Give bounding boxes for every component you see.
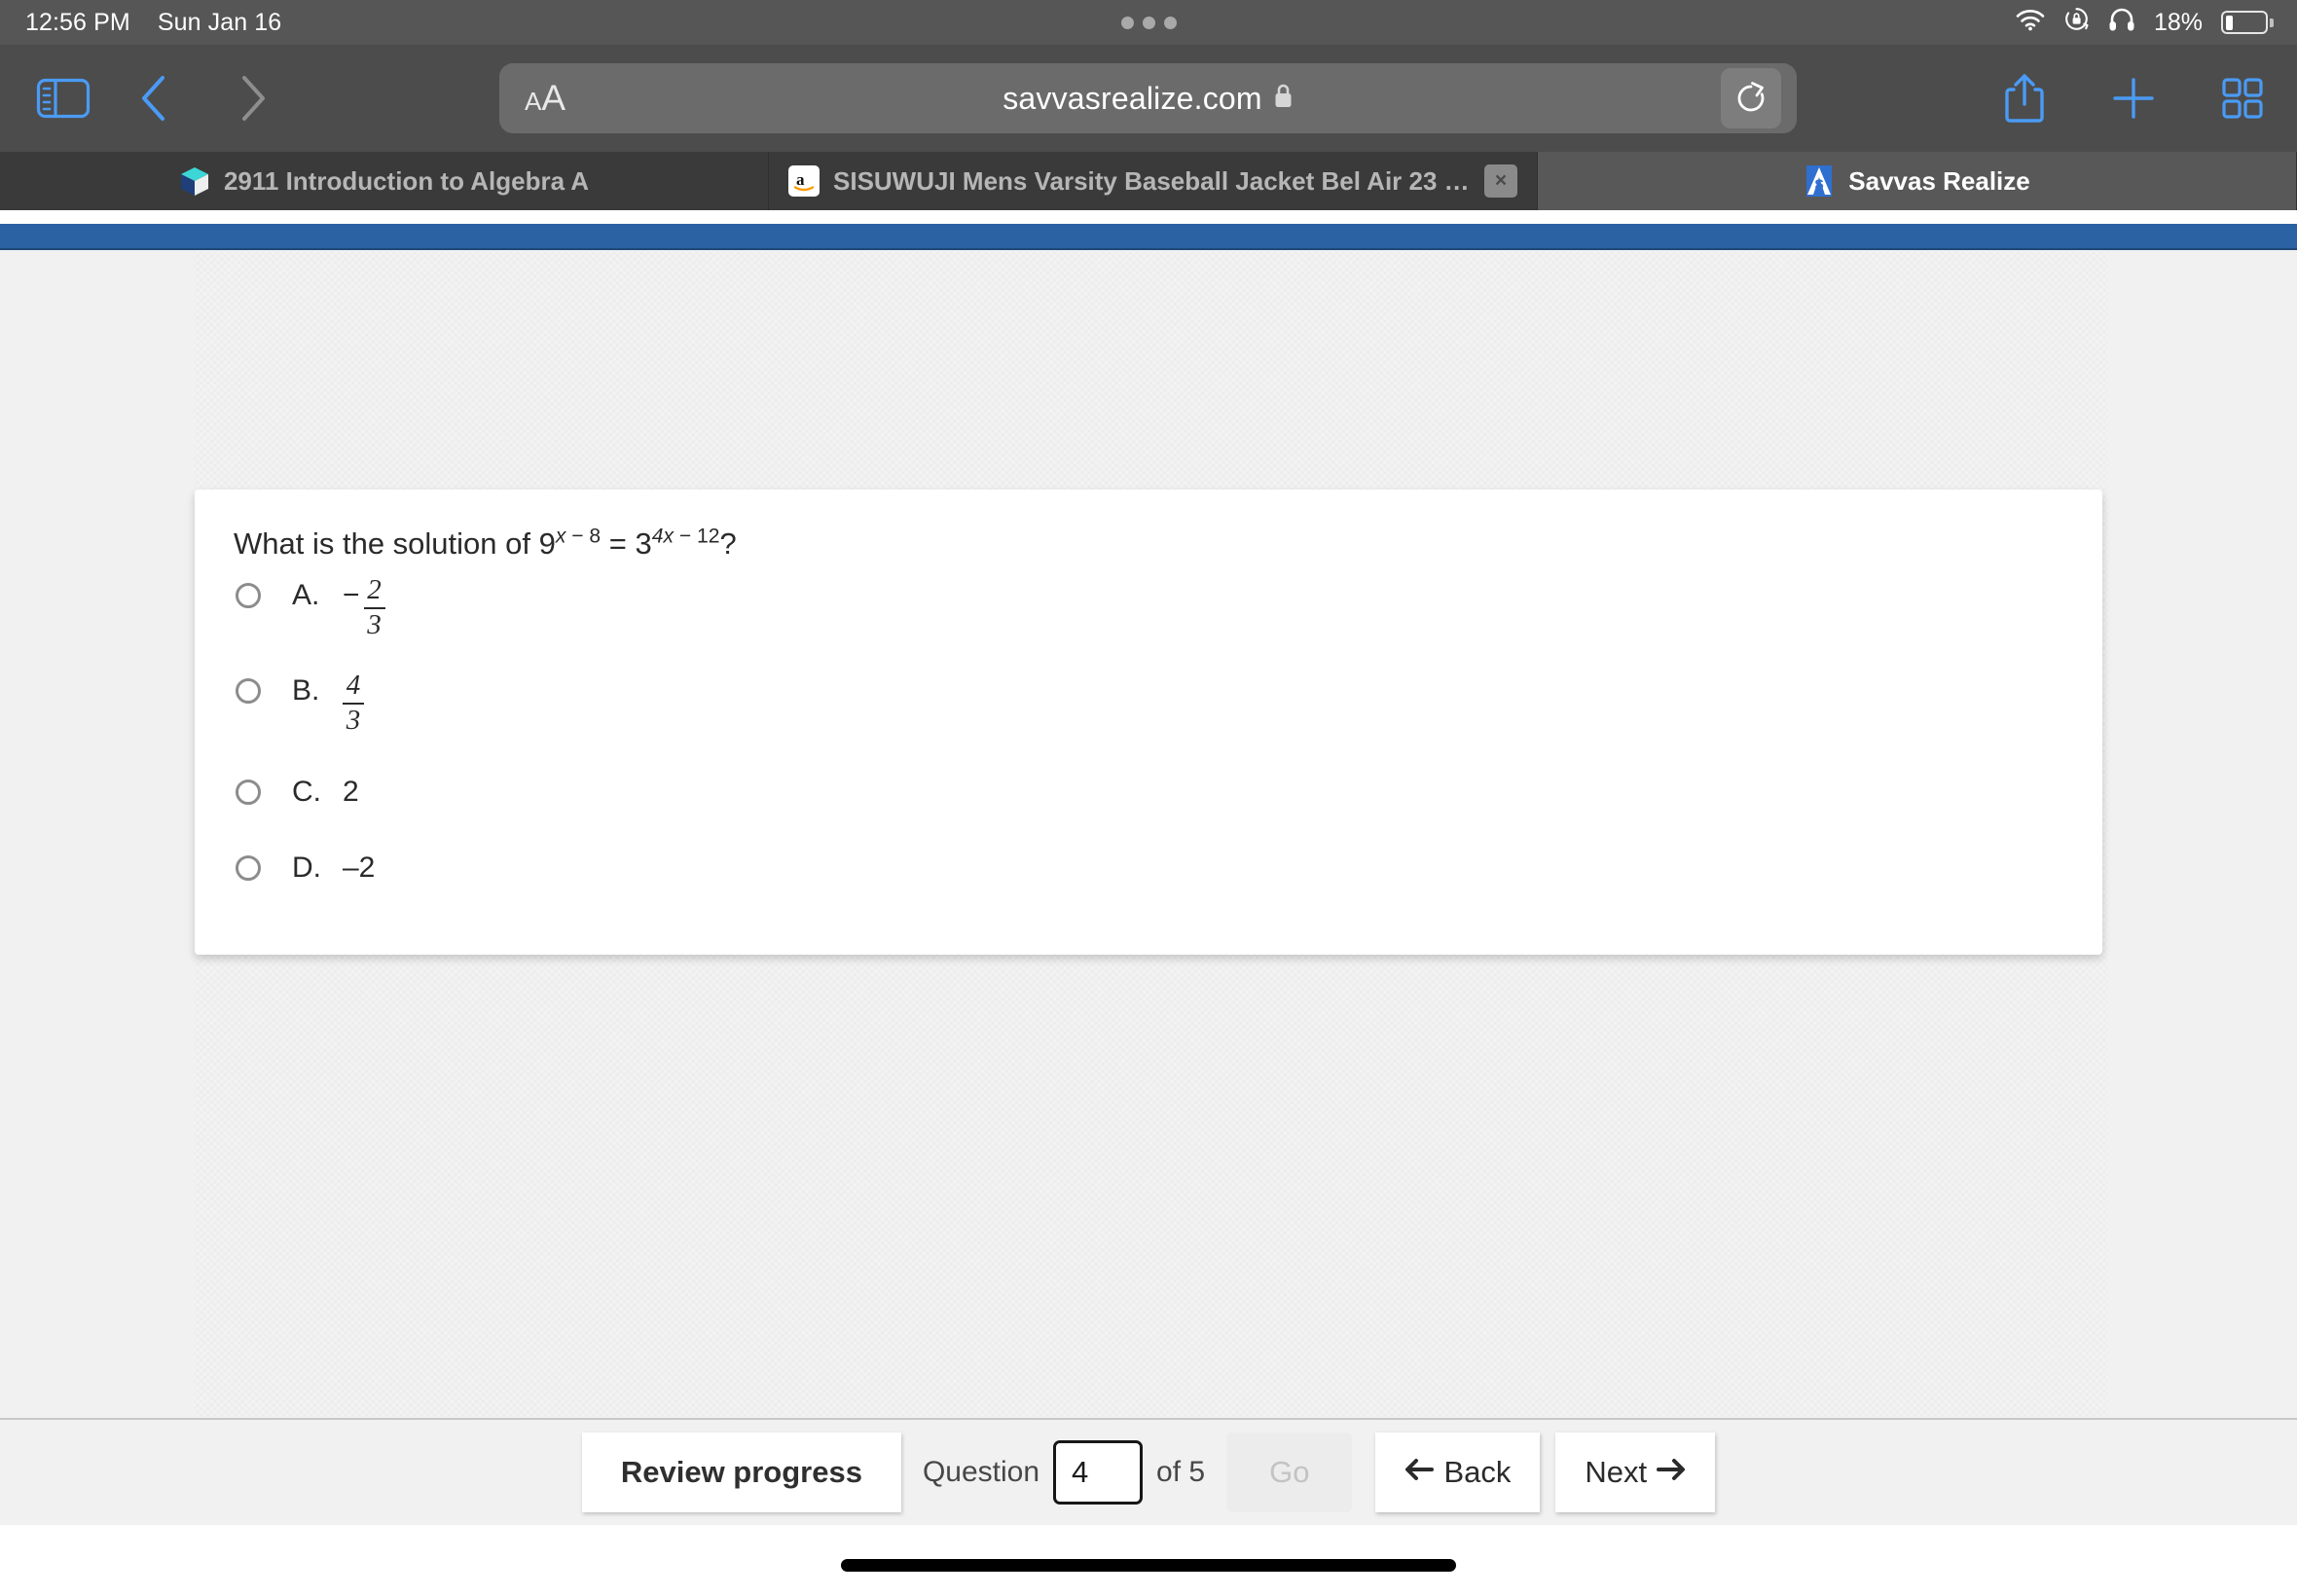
question-exp1-var: x — [555, 525, 566, 548]
question-navigator: Question of 5 — [901, 1433, 1226, 1512]
aa-big-letter: A — [541, 78, 566, 118]
fraction-denominator: 3 — [346, 704, 361, 736]
assessment-bottom-bar: Review progress Question of 5 Go Back Ne… — [0, 1418, 2297, 1525]
answer-choice-d[interactable]: D. –2 — [236, 852, 375, 885]
bottom-bar-controls: Review progress Question of 5 Go Back Ne… — [581, 1433, 1716, 1512]
question-exp2-coeff: 4x — [651, 525, 675, 548]
page-top-strip — [0, 210, 2297, 224]
tab-amazon-product[interactable]: a SISUWUJI Mens Varsity Baseball Jacket … — [769, 152, 1538, 210]
cube-icon — [179, 165, 210, 197]
question-equals: = — [601, 526, 636, 561]
rotation-lock-icon — [2063, 6, 2090, 39]
status-date: Sun Jan 16 — [157, 8, 282, 36]
safari-toolbar: AA savvasrealize.com — [0, 45, 2297, 152]
radio-button-c[interactable] — [236, 780, 261, 805]
wifi-icon — [2016, 8, 2045, 38]
forward-button — [224, 69, 282, 127]
question-base-2: 3 — [635, 526, 652, 561]
choice-value-b: 4 3 — [343, 671, 364, 735]
toolbar-right-actions — [1970, 59, 2297, 137]
tab-title: Savvas Realize — [1848, 165, 2030, 196]
headphones-icon — [2108, 7, 2135, 39]
fraction-numerator: 2 — [367, 574, 382, 605]
question-exp1-rest: − 8 — [565, 525, 602, 548]
tab-savvas-realize[interactable]: S Savvas Realize — [1538, 152, 2297, 210]
status-time: 12:56 PM — [25, 8, 130, 36]
next-button-label: Next — [1585, 1455, 1648, 1489]
tab-title: SISUWUJI Mens Varsity Baseball Jacket Be… — [833, 165, 1471, 196]
reload-button[interactable] — [1721, 68, 1781, 128]
fraction-denominator: 3 — [367, 608, 382, 640]
safari-tab-bar: 2911 Introduction to Algebra A a SISUWUJ… — [0, 152, 2297, 210]
answer-choice-a[interactable]: A. − 2 3 — [236, 574, 385, 640]
choice-letter: C. — [292, 776, 321, 808]
next-question-button[interactable]: Next — [1555, 1433, 1716, 1512]
radio-button-d[interactable] — [236, 855, 261, 881]
amazon-icon: a — [788, 165, 820, 197]
arrow-left-icon — [1404, 1455, 1435, 1490]
back-button[interactable] — [125, 69, 183, 127]
choice-letter: A. — [292, 579, 320, 611]
home-indicator[interactable] — [841, 1559, 1456, 1572]
svg-text:S: S — [1815, 176, 1824, 192]
aa-small-letter: A — [525, 87, 542, 116]
status-bar-left: 12:56 PM Sun Jan 16 — [0, 9, 281, 37]
text-size-button[interactable]: AA — [525, 78, 565, 119]
address-bar[interactable]: AA savvasrealize.com — [499, 63, 1797, 133]
tab-title: 2911 Introduction to Algebra A — [223, 165, 590, 196]
status-bar-right: 18% — [2016, 6, 2297, 39]
new-tab-icon[interactable] — [2079, 59, 2188, 137]
back-button-label: Back — [1443, 1455, 1512, 1489]
question-prefix: What is the solution of — [234, 526, 539, 561]
question-total-label: of 5 — [1156, 1456, 1206, 1488]
question-stem: What is the solution of 9x − 8 = 34x − 1… — [234, 525, 737, 563]
minus-sign: − — [343, 579, 360, 611]
svg-text:a: a — [796, 170, 805, 189]
back-question-button[interactable]: Back — [1375, 1433, 1541, 1512]
fraction: 2 3 — [363, 574, 385, 640]
multitasking-dots[interactable] — [0, 16, 2297, 29]
multitask-dot — [1120, 16, 1134, 29]
savvas-brand-bar — [0, 224, 2297, 250]
home-indicator-area — [0, 1525, 2297, 1596]
radio-button-a[interactable] — [236, 583, 261, 608]
url-text: savvasrealize.com — [1003, 80, 1262, 116]
tabs-grid-icon[interactable] — [2188, 59, 2297, 137]
choice-value-c: 2 — [343, 776, 359, 808]
savvas-icon: S — [1804, 164, 1835, 198]
ipad-safari-screen: 12:56 PM Sun Jan 16 18% A A savvasrealiz… — [0, 0, 2297, 1596]
answer-choice-c[interactable]: C. 2 — [236, 776, 359, 809]
fraction-numerator: 4 — [346, 670, 361, 701]
arrow-right-icon — [1657, 1455, 1686, 1490]
multitask-dot — [1163, 16, 1177, 29]
question-suffix: ? — [719, 526, 737, 561]
ios-status-bar: 12:56 PM Sun Jan 16 18% — [0, 0, 2297, 45]
sidebar-toggle-icon[interactable] — [35, 73, 91, 124]
battery-percent-label: 18% — [2153, 8, 2203, 36]
question-base-1: 9 — [538, 526, 556, 561]
choice-letter: B. — [292, 674, 320, 707]
multitask-dot — [1142, 16, 1155, 29]
share-icon[interactable] — [1970, 59, 2079, 137]
review-progress-button[interactable]: Review progress — [581, 1433, 901, 1512]
choice-value-a: − 2 3 — [343, 574, 385, 640]
question-exp2-rest: − 12 — [674, 525, 720, 548]
question-card: What is the solution of 9x − 8 = 34x − 1… — [195, 490, 2102, 955]
tab-algebra[interactable]: 2911 Introduction to Algebra A — [0, 152, 769, 210]
web-page-content: What is the solution of 9x − 8 = 34x − 1… — [0, 210, 2297, 1596]
lock-icon — [1273, 83, 1294, 114]
radio-button-b[interactable] — [236, 678, 261, 704]
tab-close-icon[interactable]: × — [1484, 164, 1517, 198]
battery-icon — [2221, 11, 2274, 34]
choice-letter: D. — [292, 852, 321, 884]
choice-value-d: –2 — [343, 852, 376, 884]
answer-choice-b[interactable]: B. 4 3 — [236, 671, 364, 735]
question-label: Question — [922, 1456, 1040, 1488]
fraction: 4 3 — [343, 671, 364, 735]
go-button[interactable]: Go — [1226, 1433, 1353, 1512]
question-number-input[interactable] — [1053, 1440, 1144, 1505]
